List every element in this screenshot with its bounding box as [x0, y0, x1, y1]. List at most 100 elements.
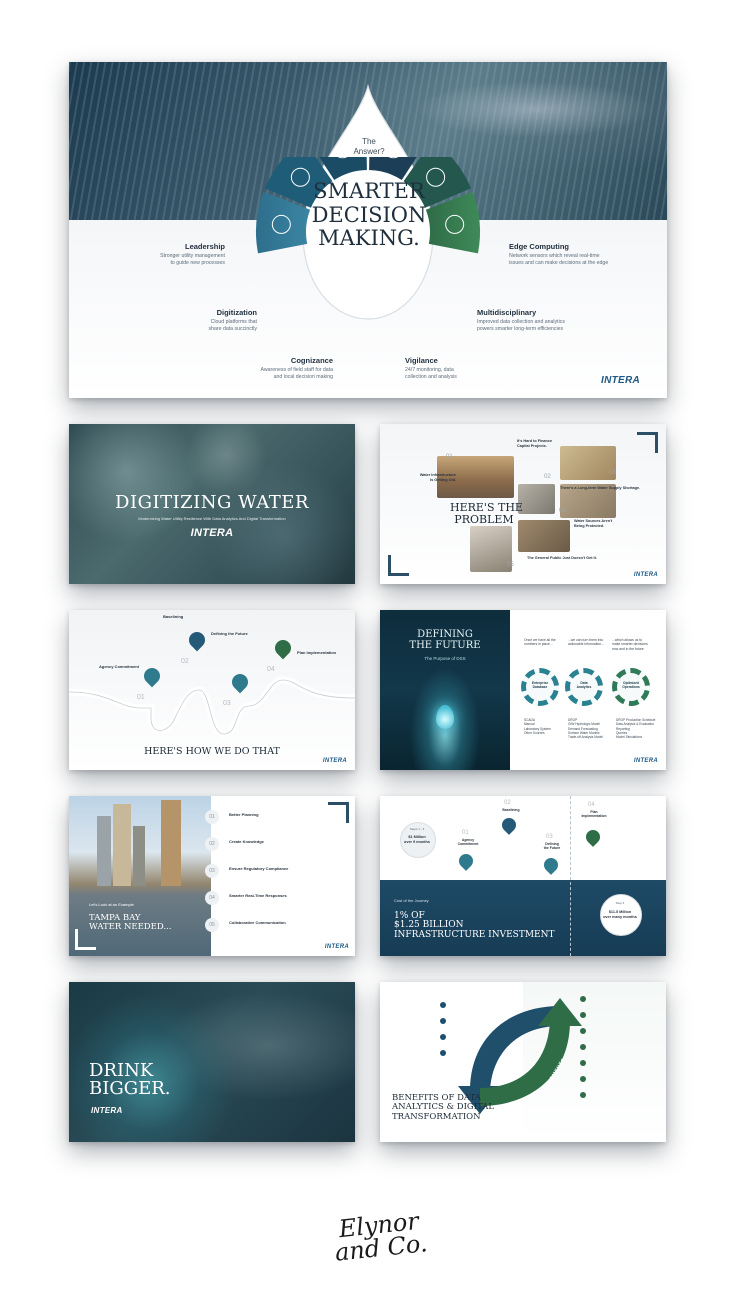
check-icon — [580, 1092, 586, 1098]
step-title: Baselining — [163, 614, 184, 619]
list-item: 03 Ensure Regulatory Compliance — [205, 864, 345, 891]
problem-point-3: There's a Long-term Water Supply Shortag… — [560, 486, 641, 490]
step-title: Plan Implementation — [297, 650, 337, 655]
slide-title: DIGITIZING WATER — [115, 492, 309, 513]
check-icon — [580, 1044, 586, 1050]
slide-benefits[interactable]: REDUCTIONS IMPROVEMENTS BENEFITS OF DATA… — [380, 982, 666, 1142]
slide-the-problem[interactable]: HERE'S THE PROBLEM Water Infrastructure … — [380, 424, 666, 584]
hero-item-desc: Improved data collection and analytics p… — [477, 319, 565, 332]
item-num-circle: 02 — [205, 837, 219, 851]
dss-list-3: DROP Production Schedule Data Analysis & … — [616, 718, 664, 740]
bubble-label: Step 4 — [615, 901, 625, 905]
x-icon — [440, 1050, 446, 1056]
x-icon — [440, 1002, 446, 1008]
x-icon — [440, 1018, 446, 1024]
slide-title: TAMPA BAY WATER NEEDED... — [89, 913, 172, 933]
slide-how-we-do-that[interactable]: 01 02 03 04 Agency Commitment Baselining… — [69, 610, 355, 770]
list-item: Trade-off Analysis Model — [568, 735, 603, 740]
step-num: 04 — [588, 802, 595, 808]
check-icon — [580, 1012, 586, 1018]
photo-drinking-girl — [470, 526, 512, 572]
list-item: 05 Collaborative Communication — [205, 918, 345, 945]
problem-point-5: The General Public Just Doesn't Get It. — [527, 556, 597, 560]
slide-defining-future[interactable]: DEFINING THE FUTURE The Purpose of DSS O… — [380, 610, 666, 770]
intera-logo: INTERA — [322, 758, 347, 764]
slide-tampa-bay[interactable]: Let's Look at an Example TAMPA BAY WATER… — [69, 796, 355, 956]
list-item: 01 Better Planning — [205, 810, 345, 837]
intera-logo: INTERA — [633, 572, 658, 578]
problem-point-1: Water Infrastructure Is Getting Old. — [419, 473, 456, 482]
hero-headline: SMARTER DECISION MAKING. — [311, 179, 427, 251]
hero-item-desc: Network sensors which reveal real-time i… — [509, 253, 609, 266]
check-icon — [580, 1028, 586, 1034]
intera-logo: INTERA — [633, 758, 658, 764]
problem-point-4: Water Sources Aren't Being Protected. — [574, 519, 613, 528]
gear-label: Enterprise Database — [531, 681, 549, 690]
corner-accent — [637, 432, 658, 453]
item-title: Better Planning — [229, 812, 259, 817]
problem-num-2: 02 — [544, 474, 551, 480]
item-title: Create Knowledge — [229, 839, 264, 844]
kicker: Let's Look at an Example — [89, 902, 134, 907]
dss-col-1: Once we have all the numbers in place... — [524, 638, 556, 647]
hero-item-title: Leadership — [184, 242, 225, 251]
building — [97, 816, 111, 886]
hero-item-leadership: Leadership Stronger utility management t… — [129, 242, 225, 266]
hero-the-answer: The Answer? — [353, 137, 385, 156]
hero-item-multidisciplinary: Multidisciplinary Improved data collecti… — [477, 308, 607, 332]
photo-money — [518, 484, 555, 514]
x-icon — [440, 1034, 446, 1040]
photo-drought — [560, 446, 616, 480]
intera-logo: INTERA — [190, 527, 234, 539]
hologram-drop — [436, 705, 454, 729]
slide-drink-bigger[interactable]: DRINK BIGGER. INTERA — [69, 982, 355, 1142]
intera-logo: INTERA — [324, 944, 349, 950]
corner-accent — [388, 555, 409, 576]
hero-item-title: Vigilance — [405, 356, 438, 365]
hero-item-desc: Cloud platforms that share data succinct… — [208, 319, 257, 332]
slide-title: HERE'S THE PROBLEM — [450, 501, 523, 526]
hero-item-title: Multidisciplinary — [477, 308, 537, 317]
building — [113, 804, 131, 886]
building — [161, 800, 181, 886]
slide-digitizing-water[interactable]: DIGITIZING WATER Modernizing Water Utili… — [69, 424, 355, 584]
step-title: Baselining — [502, 808, 520, 812]
step-num: 04 — [267, 666, 275, 673]
hero-slide[interactable]: The Answer? SMARTER DECISION MAKING. Lea… — [69, 62, 667, 398]
hero-item-edge-computing: Edge Computing Network sensors which rev… — [509, 242, 659, 266]
bubble-value: $1 Million over 9 months — [404, 835, 430, 844]
intera-logo: INTERA — [601, 375, 641, 386]
bubble-value: $11.5 Million over many months — [603, 910, 637, 919]
slide-title: HERE'S HOW WE DO THAT — [144, 746, 280, 757]
step-num: 01 — [137, 694, 145, 701]
step-num: 03 — [546, 834, 553, 840]
hero-item-title: Cognizance — [290, 356, 333, 365]
photo-tap — [518, 520, 570, 552]
slide-title: BENEFITS OF DATA ANALYTICS & DIGITAL TRA… — [392, 1093, 495, 1122]
hero-item-desc: 24/7 monitoring, data collection and ana… — [405, 367, 457, 380]
step-num: 03 — [223, 700, 231, 707]
dss-list-1: SCADA Manual Laboratory System Other Source… — [524, 718, 568, 735]
step-num: 02 — [504, 800, 511, 806]
slide-title: DEFINING THE FUTURE — [409, 629, 481, 651]
gear-label: Optimized Operations — [622, 681, 640, 690]
list-item: 02 Create Knowledge — [205, 837, 345, 864]
slide-subtitle: The Purpose of DSS — [424, 656, 466, 661]
dss-list-2: DROP GIW Hydrologic Model Demand Forecasti… — [568, 718, 616, 740]
step-title: Agency Commitment — [457, 838, 479, 847]
problem-num-3: 03 — [609, 470, 616, 476]
problem-num-5: 05 — [507, 562, 514, 568]
step-pin — [583, 827, 603, 847]
building — [133, 826, 145, 886]
slide-investment[interactable]: Steps 1 - 3 $1 Million over 9 months Ste… — [380, 796, 666, 956]
check-list-right — [580, 996, 600, 1108]
hero-item-title: Edge Computing — [509, 242, 569, 251]
step-title: Defining the Future — [211, 631, 248, 636]
item-num-circle: 03 — [205, 864, 219, 878]
item-title: Smarter Real-Time Responses — [229, 893, 287, 898]
hero-item-title: Digitization — [216, 308, 257, 317]
item-num-circle: 04 — [205, 891, 219, 905]
dss-col-3: ...which allows us to make smarter decis… — [612, 638, 648, 651]
problem-point-2: It's Hard to Finance Capital Projects. — [517, 439, 553, 448]
hero-item-desc: Stronger utility management to guide new… — [160, 253, 225, 266]
